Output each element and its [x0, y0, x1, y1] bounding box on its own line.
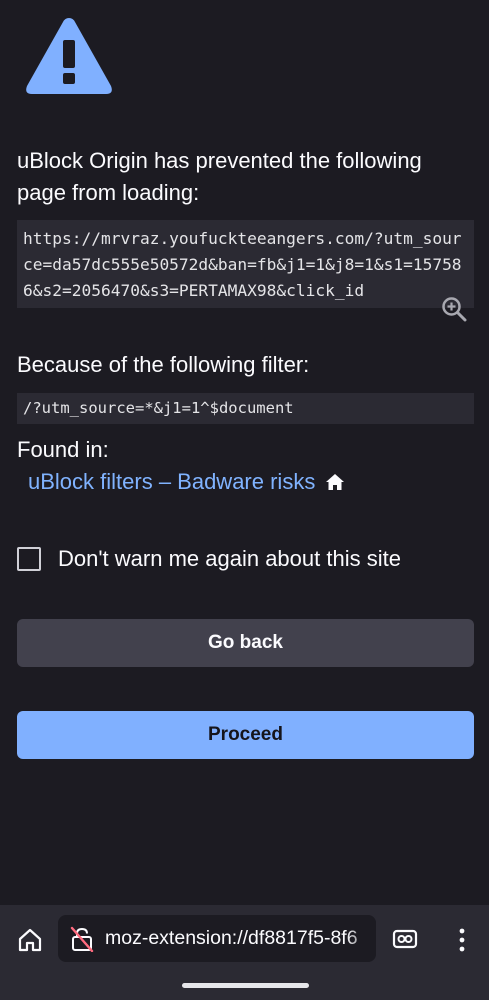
blocked-page-headline: uBlock Origin has prevented the followin…: [17, 148, 422, 205]
home-icon[interactable]: [325, 472, 345, 492]
home-icon[interactable]: [17, 927, 43, 953]
dont-warn-option[interactable]: Don't warn me again about this site: [17, 545, 401, 573]
zoom-in-icon[interactable]: [441, 296, 467, 322]
found-in-label: Found in:: [17, 437, 109, 462]
warning-triangle-icon: [26, 18, 112, 94]
kebab-menu-icon[interactable]: [452, 925, 472, 955]
gesture-bar[interactable]: [182, 983, 309, 988]
browser-toolbar: moz-extension://df8817f5-8f6: [0, 905, 489, 1000]
url-bar[interactable]: moz-extension://df8817f5-8f6: [58, 915, 376, 962]
broken-lock-icon[interactable]: [70, 926, 94, 952]
proceed-button[interactable]: Proceed: [17, 711, 474, 759]
dont-warn-label: Don't warn me again about this site: [58, 546, 401, 571]
filter-rule: /?utm_source=*&j1=1^$document: [17, 393, 474, 424]
go-back-button[interactable]: Go back: [17, 619, 474, 667]
url-fade: [346, 915, 376, 962]
filter-heading: Because of the following filter:: [17, 352, 310, 377]
blocked-url: https://mrvraz.youfuckteeangers.com/?utm…: [17, 220, 474, 308]
tabs-icon[interactable]: [392, 926, 418, 952]
url-text: moz-extension://df8817f5-8f6: [105, 927, 358, 949]
dont-warn-checkbox[interactable]: [17, 547, 41, 571]
filter-list-row: uBlock filters – Badware risks: [28, 467, 345, 497]
filter-list-link[interactable]: uBlock filters – Badware risks: [28, 467, 315, 497]
